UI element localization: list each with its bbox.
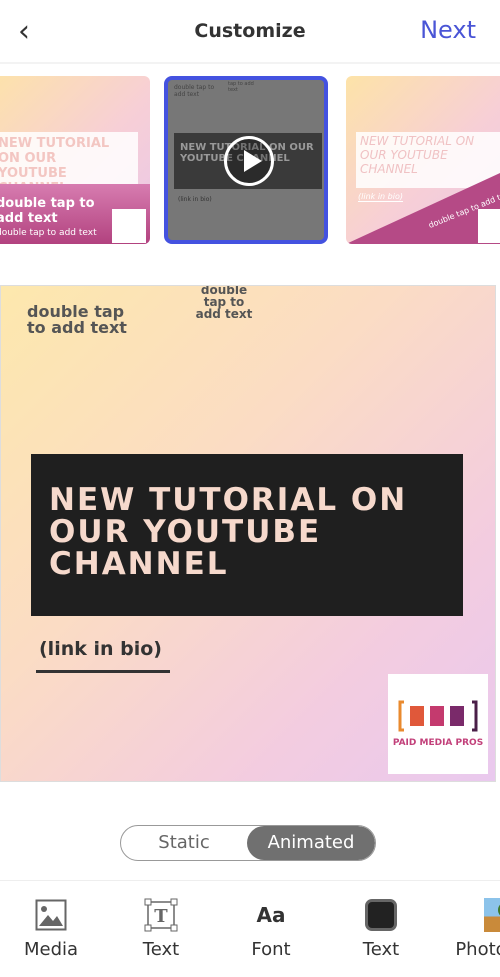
font-icon: Aa (256, 903, 286, 927)
brand-logo[interactable]: PAID MEDIA PROS (388, 674, 488, 774)
header: ‹ Customize Next (0, 0, 500, 62)
tool-text[interactable]: T Text (116, 897, 206, 960)
static-animated-toggle[interactable]: Static Animated (120, 825, 376, 861)
thumb-top-text: double tap to add text (174, 84, 215, 98)
image-icon (35, 899, 67, 931)
tool-label: Media (23, 939, 79, 960)
tool-text-color[interactable]: Text (336, 897, 426, 960)
thumb-sub: double tap to add text (0, 196, 95, 226)
thumb-link: (link in bio) (358, 192, 403, 202)
tool-media[interactable]: Media (6, 897, 96, 960)
toggle-animated[interactable]: Animated (247, 826, 375, 860)
logo-mark-icon (398, 700, 478, 732)
template-thumbnail[interactable]: NEW TUTORIAL ON OUR YOUTUBE CHANNEL (lin… (346, 76, 500, 244)
thumb-headline: NEW TUTORIAL ON OUR YOUTUBE CHANNEL (360, 134, 475, 176)
template-strip[interactable]: NEW TUTORIAL ON OUR YOUTUBE CHANNEL doub… (0, 62, 500, 252)
svg-text:T: T (154, 906, 168, 927)
photo-thumbnail-icon (484, 898, 500, 932)
tool-label: Text (362, 939, 400, 960)
logo-text: PAID MEDIA PROS (392, 738, 484, 748)
color-swatch-icon (365, 899, 397, 931)
thumb-top-text-2: tap to add text (228, 81, 254, 93)
tool-label: Font (251, 939, 291, 960)
canvas-text-1[interactable]: double tap to add text (27, 304, 147, 336)
text-box-icon: T (144, 898, 178, 932)
link-underline (36, 670, 170, 673)
canvas-headline: NEW TUTORIAL ON OUR YOUTUBE CHANNEL (49, 482, 408, 582)
next-button[interactable]: Next (420, 16, 476, 44)
template-thumbnail[interactable]: NEW TUTORIAL ON OUR YOUTUBE CHANNEL doub… (0, 76, 150, 244)
canvas-text-2[interactable]: double tap to add text (189, 286, 259, 320)
headline-banner[interactable]: NEW TUTORIAL ON OUR YOUTUBE CHANNEL (31, 454, 463, 616)
tool-label: Photo (455, 939, 500, 960)
canvas-link-text[interactable]: (link in bio) (39, 638, 162, 660)
thumb-small: double tap to add text (0, 228, 97, 238)
tool-photo[interactable]: Photo (436, 897, 500, 960)
toggle-static[interactable]: Static (121, 826, 247, 860)
tool-font[interactable]: Aa Font (226, 897, 316, 960)
play-icon[interactable] (224, 136, 274, 186)
design-canvas[interactable]: double tap to add text double tap to add… (0, 285, 496, 782)
tool-label: Text (142, 939, 180, 960)
template-thumbnail-selected[interactable]: double tap to add text tap to add text N… (164, 76, 328, 244)
bottom-toolbar: Media T Text Aa Font Text Photo (0, 880, 500, 977)
thumb-link: (link in bio) (178, 196, 212, 203)
